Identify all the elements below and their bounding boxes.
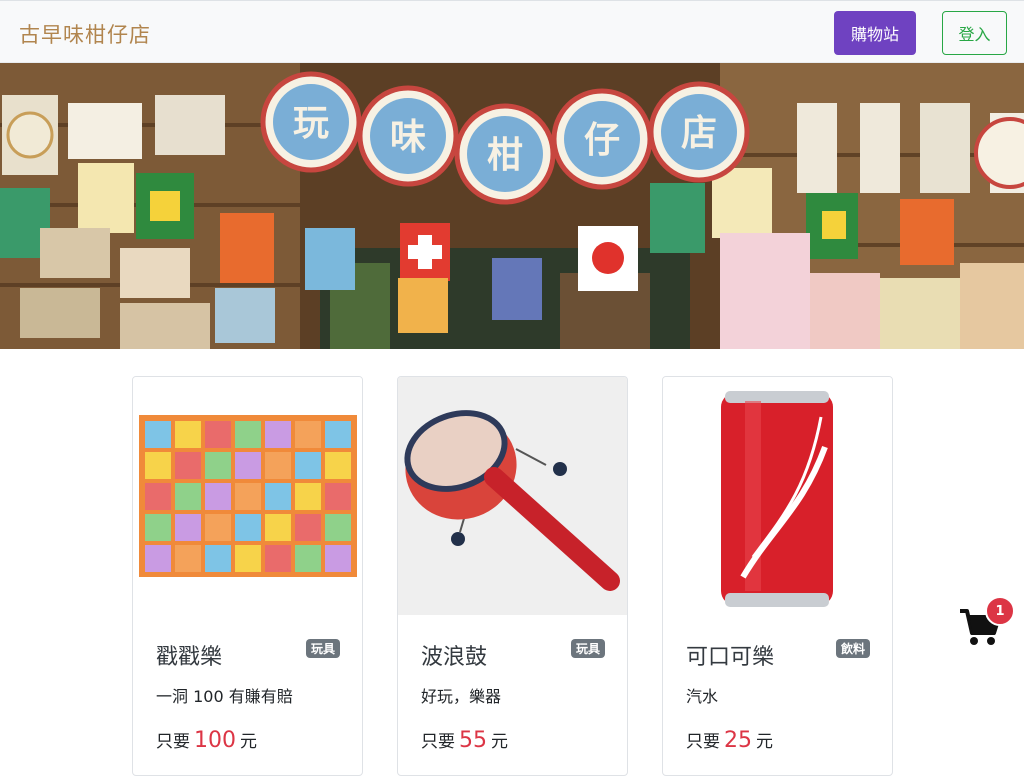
shop-front-illustration: 玩 味 柑 仔 店 [0,63,1024,349]
price-suffix: 元 [240,732,257,752]
cart-count-badge: 1 [985,596,1015,626]
poke-hole [145,514,171,541]
poke-hole [175,483,201,510]
brand-logo[interactable]: 古早味柑仔店 [19,19,151,49]
product-price: 只要 100 元 [156,727,257,753]
hero-banner: 玩 味 柑 仔 店 [0,63,1024,349]
navbar: 古早味柑仔店 購物站 登入 [0,0,1024,63]
product-price: 只要 55 元 [421,727,508,753]
poke-hole [175,452,201,479]
poke-hole [265,483,291,510]
price-suffix: 元 [491,732,508,752]
product-image-cola-can [663,377,892,615]
price-amount: 55 [459,728,487,753]
price-prefix: 只要 [421,732,455,752]
poke-hole [205,545,231,572]
login-button[interactable]: 登入 [942,11,1007,55]
product-title: 波浪鼓 [421,645,488,670]
category-badge: 飲料 [835,639,870,658]
poke-hole [235,514,261,541]
poke-hole [175,514,201,541]
poke-hole [235,545,261,572]
poke-hole [325,545,351,572]
poke-hole [205,452,231,479]
product-card[interactable]: 可口可樂 飲料 汽水 只要 25 元 [662,376,893,776]
poke-hole [145,452,171,479]
poke-hole [295,421,321,448]
product-card[interactable]: 波浪鼓 玩具 好玩，樂器 只要 55 元 [397,376,628,776]
category-badge: 玩具 [570,639,605,658]
poke-hole [145,483,171,510]
sign-char-2: 味 [390,117,426,158]
poke-hole [325,483,351,510]
poke-hole [265,514,291,541]
poke-hole [175,545,201,572]
product-title: 可口可樂 [686,645,775,670]
price-prefix: 只要 [686,732,720,752]
poke-hole [325,452,351,479]
category-badge: 玩具 [305,639,340,658]
poke-hole [235,483,261,510]
poke-hole [175,421,201,448]
poke-hole [205,514,231,541]
poke-hole [265,421,291,448]
poke-hole [235,421,261,448]
poke-hole [295,545,321,572]
price-amount: 100 [194,728,236,753]
price-suffix: 元 [756,732,773,752]
poke-hole [295,452,321,479]
product-card[interactable]: 戳戳樂 玩具 一洞 100 有賺有賠 只要 100 元 [132,376,363,776]
poke-hole [205,421,231,448]
product-image-poke-board [133,377,362,615]
poke-hole [295,514,321,541]
product-image-rattle-drum [398,377,627,615]
poke-hole [325,514,351,541]
sign-char-5: 店 [681,113,717,154]
product-price: 只要 25 元 [686,727,773,753]
poke-hole [145,421,171,448]
poke-hole [325,421,351,448]
poke-hole [145,545,171,572]
poke-hole [265,452,291,479]
shop-button[interactable]: 購物站 [834,11,916,55]
product-description: 一洞 100 有賺有賠 [156,687,293,706]
price-prefix: 只要 [156,732,190,752]
sign-char-4: 仔 [584,120,620,161]
sign-char-1: 玩 [293,103,329,144]
poke-hole [205,483,231,510]
sign-char-3: 柑 [487,135,523,176]
poke-hole [295,483,321,510]
product-description: 好玩，樂器 [421,687,502,706]
product-description: 汽水 [686,687,719,706]
poke-hole [265,545,291,572]
product-title: 戳戳樂 [156,645,223,670]
price-amount: 25 [724,728,752,753]
poke-hole [235,452,261,479]
